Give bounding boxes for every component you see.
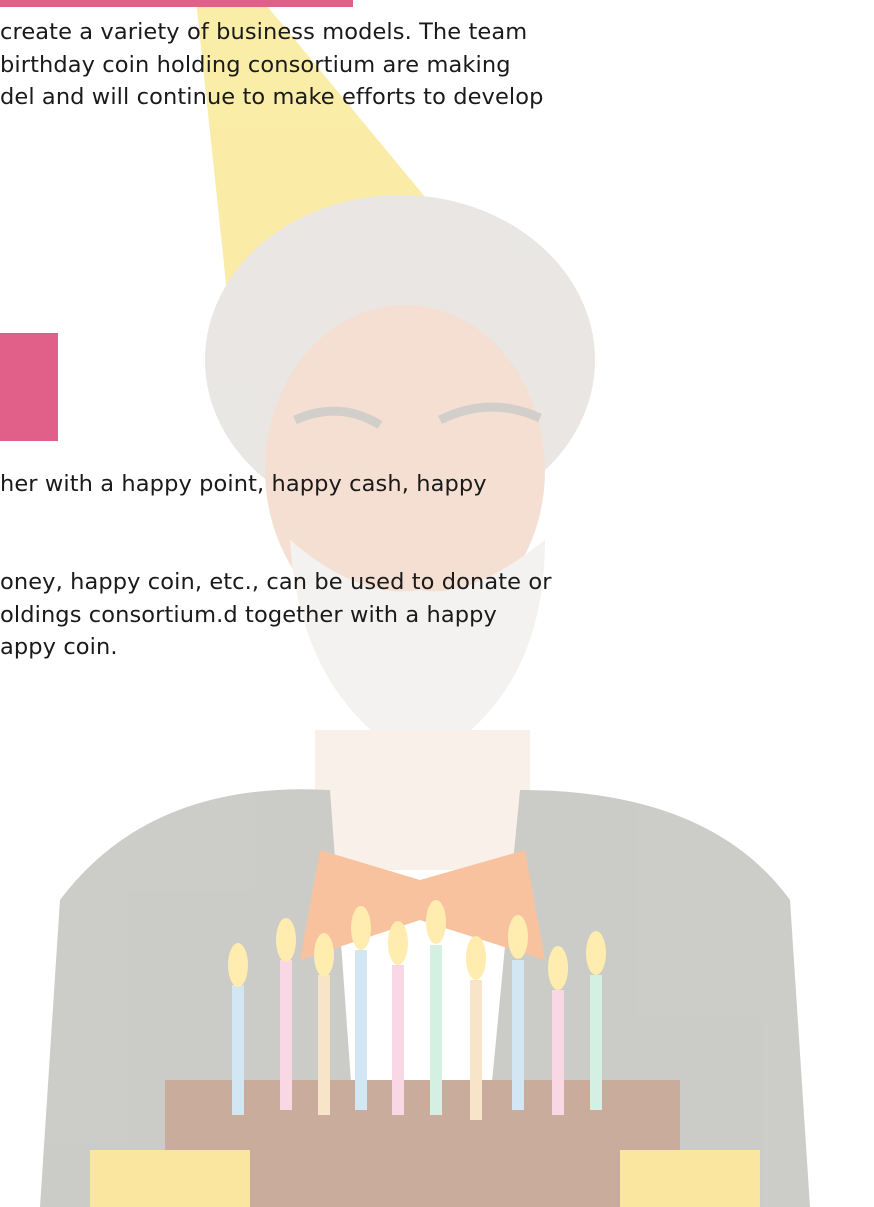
text-line: create a variety of business models. The… [0,19,528,45]
text-line: appy coin. [0,634,118,660]
happy-point-paragraph: her with a happy point, happy cash, happ… [0,468,487,501]
business-models-paragraph: create a variety of business models. The… [0,16,544,114]
accent-block-section-marker [0,333,58,441]
accent-bar-top [0,0,353,7]
text-line: oney, happy coin, etc., can be used to d… [0,569,552,595]
text-line: her with a happy point, happy cash, happ… [0,471,487,497]
text-line: birthday coin holding consortium are mak… [0,51,511,78]
text-line: del and will continue to make efforts to… [0,84,544,110]
happy-money-paragraph: oney, happy coin, etc., can be used to d… [0,566,552,664]
text-line: oldings consortium.d together with a hap… [0,601,497,628]
